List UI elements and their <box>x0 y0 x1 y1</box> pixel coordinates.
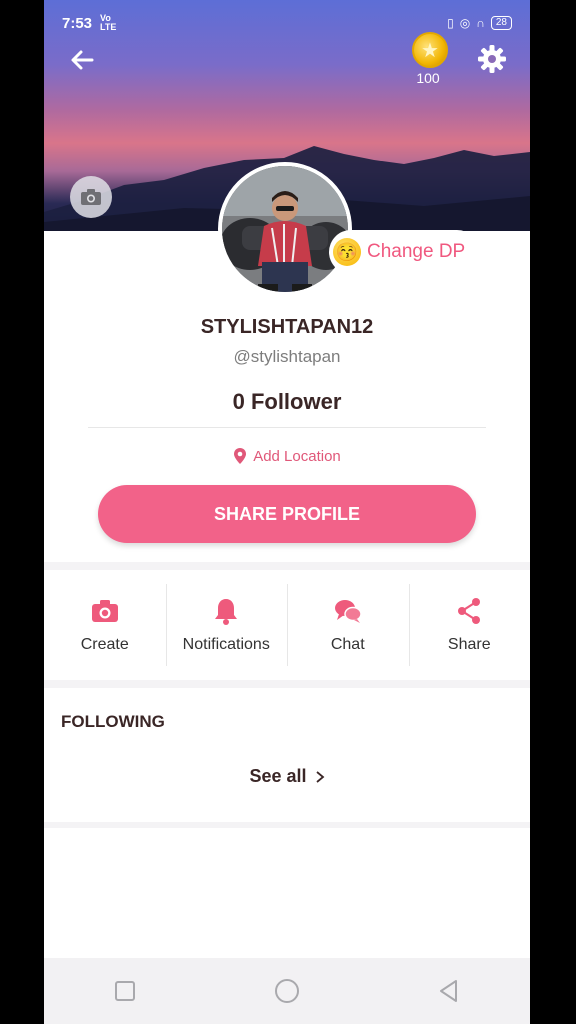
headphones-icon: ∩ <box>476 16 485 30</box>
change-dp-button[interactable]: 😚 Change DP <box>329 230 480 274</box>
profile-screen: 7:53 Vo LTE ▯ ◎ ∩ 28 ★ 100 😚 Change DP S… <box>44 0 530 1024</box>
coin-icon[interactable]: ★ <box>412 32 448 68</box>
recent-apps-icon[interactable] <box>112 978 138 1004</box>
avatar[interactable] <box>218 162 352 296</box>
following-title: FOLLOWING <box>61 712 165 731</box>
change-dp-label: Change DP <box>367 241 466 262</box>
avatar-photo <box>222 166 348 292</box>
status-time: 7:53 <box>62 14 93 32</box>
battery-icon: 28 <box>490 16 512 30</box>
bell-icon <box>215 599 238 625</box>
vibrate-icon: ▯ <box>447 16 454 30</box>
back-arrow-icon[interactable] <box>66 44 98 76</box>
camera-icon <box>91 600 118 622</box>
action-notifications[interactable]: Notifications <box>165 570 288 680</box>
gear-icon[interactable] <box>476 43 508 75</box>
user-handle: @stylishtapan <box>233 347 341 366</box>
status-bar: 7:53 Vo LTE ▯ ◎ ∩ 28 <box>62 12 512 34</box>
coin-count: 100 <box>416 70 440 86</box>
empty-area <box>44 828 530 958</box>
add-location-label: Add Location <box>253 447 341 465</box>
system-nav-bar <box>44 958 530 1024</box>
action-label: Notifications <box>182 636 270 653</box>
kissing-face-icon: 😚 <box>333 238 361 266</box>
action-row: Create Notifications Chat Share <box>44 570 530 680</box>
see-all-link[interactable]: See all <box>44 766 530 787</box>
action-share[interactable]: Share <box>408 570 531 680</box>
location-pin-icon <box>234 448 247 464</box>
action-label: Chat <box>330 636 365 653</box>
network-indicator: Vo LTE <box>100 14 116 32</box>
chevron-right-icon <box>315 770 324 783</box>
action-chat[interactable]: Chat <box>287 570 409 680</box>
action-label: Share <box>447 636 491 653</box>
status-icons: ▯ ◎ ∩ 28 <box>447 16 512 30</box>
action-label: Create <box>80 636 129 653</box>
following-section: FOLLOWING See all <box>44 688 530 822</box>
see-all-label: See all <box>249 766 307 786</box>
network-label-bottom: LTE <box>100 22 117 32</box>
chat-bubbles-icon <box>334 600 362 623</box>
home-icon[interactable] <box>274 978 300 1004</box>
username: STYLISHTAPAN12 <box>200 316 374 338</box>
follower-count[interactable]: 0 Follower <box>44 389 530 415</box>
back-nav-icon[interactable] <box>436 978 462 1004</box>
share-icon <box>458 598 481 624</box>
action-create[interactable]: Create <box>44 570 166 680</box>
camera-icon <box>81 189 101 205</box>
divider <box>88 427 486 428</box>
share-profile-button[interactable]: SHARE PROFILE <box>98 485 476 543</box>
change-cover-button[interactable] <box>70 176 112 218</box>
add-location-link[interactable]: Add Location <box>44 447 530 465</box>
lock-rotation-icon: ◎ <box>459 16 471 30</box>
